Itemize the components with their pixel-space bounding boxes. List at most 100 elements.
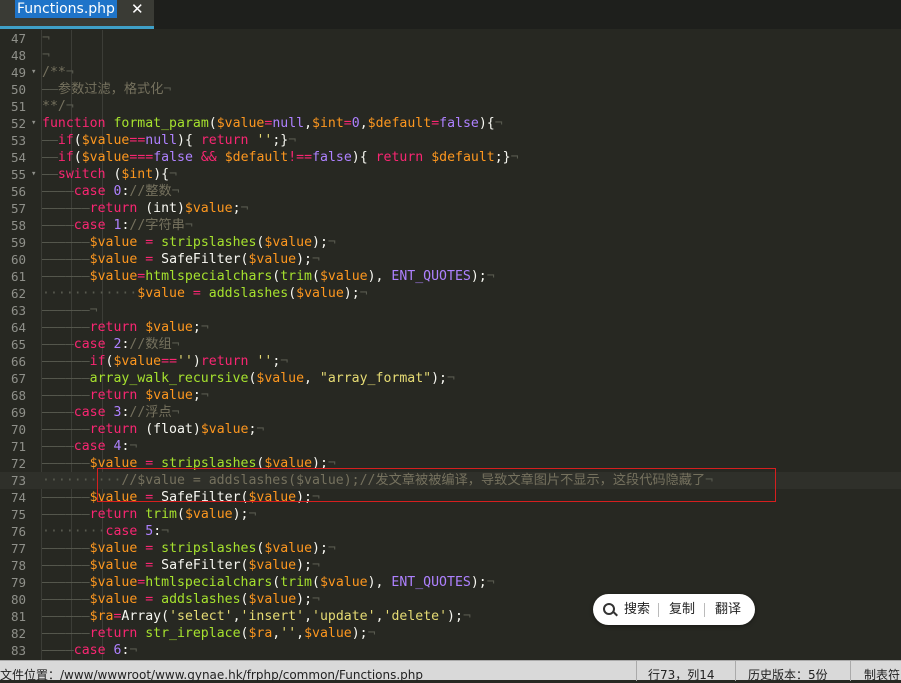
line-number: 47 [10, 31, 26, 46]
status-bar: 文件位置：/www/wwwroot/www.gynae.hk/frphp/com… [0, 660, 901, 683]
code-line[interactable]: 50 ——参数过滤，格式化¬ [0, 81, 901, 98]
code-line[interactable]: 57 ——————return (int)$value;¬ [0, 200, 901, 217]
code-line[interactable]: 69 ————case 3://浮点¬ [0, 404, 901, 421]
code-line[interactable]: 58 ————case 1://字符串¬ [0, 217, 901, 234]
code-line[interactable]: 48 ¬ [0, 47, 901, 64]
line-number: 78 [10, 558, 26, 573]
tab-functions-php[interactable]: Functions.php ✕ [0, 0, 154, 29]
cursor-position[interactable]: 行73，列14 [648, 666, 715, 683]
code-text: ——————$value = stripslashes($value);¬ [42, 235, 336, 250]
code-line[interactable]: 82 ——————return str_ireplace($ra,'',$valu… [0, 625, 901, 642]
code-line[interactable]: 59 ——————$value = stripslashes($value);¬ [0, 234, 901, 251]
line-number: 59 [10, 235, 26, 250]
code-line[interactable]: 67 ——————array_walk_recursive($value, "ar… [0, 370, 901, 387]
line-number: 71 [10, 439, 26, 454]
code-line[interactable]: 71 ————case 4:¬ [0, 438, 901, 455]
line-number: 69 [10, 405, 26, 420]
code-text: ——————¬ [42, 303, 98, 318]
line-number: 60 [10, 252, 26, 267]
tab-bar: Functions.php ✕ [0, 0, 901, 29]
code-text: ——————$value=htmlspecialchars(trim($valu… [42, 269, 495, 284]
search-icon[interactable] [603, 603, 615, 615]
line-number: 75 [10, 507, 26, 522]
line-number: 73 [10, 473, 26, 488]
code-line[interactable]: 65 ————case 2://数组¬ [0, 336, 901, 353]
code-line[interactable]: 61 ——————$value=htmlspecialchars(trim($va… [0, 268, 901, 285]
code-text: ————case 6:¬ [42, 643, 138, 658]
code-text: ————case 0://整数¬ [42, 184, 180, 199]
code-text: ——switch ($int){¬ [42, 167, 178, 182]
line-number: 49 [10, 65, 26, 80]
line-number: 56 [10, 184, 26, 199]
code-line[interactable]: 51 **/¬ [0, 98, 901, 115]
line-number: 79 [10, 575, 26, 590]
code-text: ——————$value = SafeFilter($value);¬ [42, 252, 320, 267]
line-number: 76 [10, 524, 26, 539]
code-text: ——if($value==null){ return '';}¬ [42, 133, 297, 148]
code-text: ——————return str_ireplace($ra,'',$value)… [42, 626, 376, 641]
divider [704, 603, 705, 617]
code-text: ¬ [42, 31, 50, 46]
code-line[interactable]: 52 ▾ function format_param($value=null,$in… [0, 115, 901, 132]
code-text: ————case 4:¬ [42, 439, 138, 454]
code-line[interactable]: 55 ▾ ——switch ($int){¬ [0, 166, 901, 183]
code-line[interactable]: 56 ————case 0://整数¬ [0, 183, 901, 200]
code-text: ——————$ra=Array('select','insert','updat… [42, 609, 471, 624]
line-number: 83 [10, 643, 26, 658]
code-line[interactable]: 78 ——————$value = SafeFilter($value);¬ [0, 557, 901, 574]
code-line[interactable]: 70 ——————return (float)$value;¬ [0, 421, 901, 438]
code-text: function format_param($value=null,$int=0… [42, 116, 503, 131]
line-number: 52 [10, 116, 26, 131]
code-text: ——————$value = SafeFilter($value);¬ [42, 558, 320, 573]
line-number: 64 [10, 320, 26, 335]
code-line[interactable]: 77 ——————$value = stripslashes($value);¬ [0, 540, 901, 557]
code-text: ————case 1://字符串¬ [42, 218, 193, 233]
code-editor[interactable]: 47 ¬ 48 ¬ 49 ▾ /**¬ 50 ——参数过滤，格式化¬ 51 **/¬ 52 ▾ funct… [0, 30, 901, 660]
line-number: 48 [10, 48, 26, 63]
fold-arrow-icon[interactable]: ▾ [31, 115, 36, 132]
code-line[interactable]: 83 ————case 6:¬ [0, 642, 901, 659]
divider [636, 661, 637, 681]
code-line[interactable]: 63 ——————¬ [0, 302, 901, 319]
code-line[interactable]: 60 ——————$value = SafeFilter($value);¬ [0, 251, 901, 268]
code-text: ——if($value===false && $default!==false)… [42, 150, 519, 165]
code-line[interactable]: 54 ——if($value===false && $default!==fals… [0, 149, 901, 166]
line-number: 81 [10, 609, 26, 624]
code-line[interactable]: 80 ——————$value = addslashes($value);¬ [0, 591, 901, 608]
code-line[interactable]: 53 ——if($value==null){ return '';}¬ [0, 132, 901, 149]
code-line[interactable]: 68 ——————return $value;¬ [0, 387, 901, 404]
line-number: 55 [10, 167, 26, 182]
code-text: ——————$value = addslashes($value);¬ [42, 592, 320, 607]
code-line[interactable]: 79 ——————$value=htmlspecialchars(trim($va… [0, 574, 901, 591]
close-icon[interactable]: ✕ [131, 0, 145, 18]
file-path: 文件位置：/www/wwwroot/www.gynae.hk/frphp/com… [0, 668, 424, 682]
code-line[interactable]: 81 ——————$ra=Array('select','insert','upd… [0, 608, 901, 625]
code-line[interactable]: 66 ——————if($value=='')return '';¬ [0, 353, 901, 370]
fold-arrow-icon[interactable]: ▾ [31, 166, 36, 183]
line-number: 61 [10, 269, 26, 284]
search-button[interactable]: 搜索 [624, 594, 650, 625]
line-number: 68 [10, 388, 26, 403]
code-text: ——————$value=htmlspecialchars(trim($valu… [42, 575, 495, 590]
code-text: ——————return (int)$value;¬ [42, 201, 249, 216]
line-number: 53 [10, 133, 26, 148]
line-number: 80 [10, 592, 26, 607]
tab-setting[interactable]: 制表符 [864, 666, 900, 683]
fold-arrow-icon[interactable]: ▾ [31, 64, 36, 81]
line-number: 66 [10, 354, 26, 369]
line-number: 58 [10, 218, 26, 233]
code-text: ——参数过滤，格式化¬ [42, 82, 172, 97]
code-text: /**¬ [42, 65, 74, 80]
copy-button[interactable]: 复制 [669, 594, 695, 625]
line-number: 82 [10, 626, 26, 641]
code-line[interactable]: 62 ············$value = addslashes($value… [0, 285, 901, 302]
code-line[interactable]: 76 ········case 5:¬ [0, 523, 901, 540]
code-text: ——————$value = stripslashes($value);¬ [42, 541, 336, 556]
code-line[interactable]: 64 ——————return $value;¬ [0, 319, 901, 336]
code-line[interactable]: 75 ——————return trim($value);¬ [0, 506, 901, 523]
translate-button[interactable]: 翻译 [715, 594, 741, 625]
history-versions[interactable]: 历史版本：5份 [748, 666, 828, 683]
tab-title[interactable]: Functions.php [15, 0, 117, 18]
code-line[interactable]: 49 ▾ /**¬ [0, 64, 901, 81]
code-line[interactable]: 47 ¬ [0, 30, 901, 47]
